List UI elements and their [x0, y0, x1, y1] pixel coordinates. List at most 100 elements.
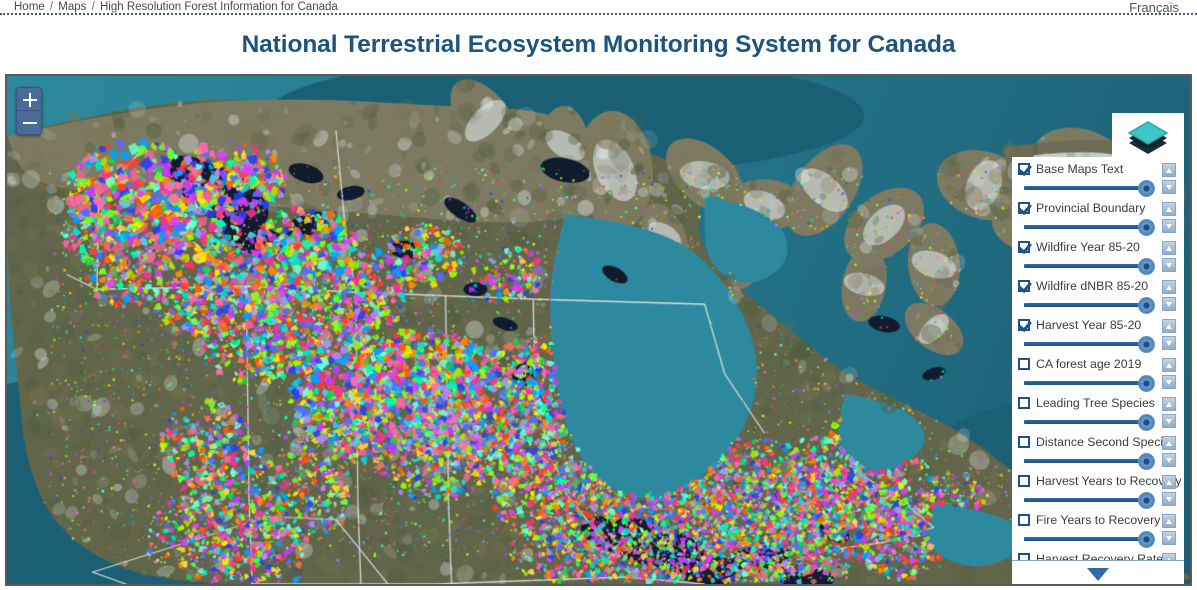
layer-row: Wildfire dNBR 85-20: [1018, 276, 1184, 295]
caret-up-icon[interactable]: [1162, 280, 1176, 294]
layer-panel: Base Maps Text Provincial Boundary Wildfir…: [1012, 157, 1184, 584]
slider-track: [1024, 498, 1146, 502]
breadcrumb-item-1[interactable]: Home: [14, 1, 45, 13]
layer-label: Harvest Recovery Rate: [1036, 551, 1164, 561]
layer-checkbox-8[interactable]: [1018, 435, 1030, 448]
layer-row: Leading Tree Species: [1018, 393, 1184, 412]
slider-handle[interactable]: [1138, 453, 1155, 470]
layer-panel-scroll-down-button[interactable]: [1012, 560, 1184, 584]
layer-item: Distance Second Species: [1012, 432, 1184, 471]
layers-toggle-button[interactable]: [1112, 113, 1184, 157]
slider-track: [1024, 264, 1146, 268]
layer-item: Leading Tree Species: [1012, 393, 1184, 432]
caret-down-icon[interactable]: [1162, 453, 1176, 467]
caret-up-icon[interactable]: [1162, 358, 1176, 372]
slider-handle[interactable]: [1138, 258, 1155, 275]
caret-down-icon[interactable]: [1162, 336, 1176, 350]
breadcrumb-separator: /: [88, 1, 98, 13]
slider-track: [1024, 420, 1146, 424]
caret-up-icon[interactable]: [1162, 397, 1176, 411]
layer-opacity-slider[interactable]: [1018, 335, 1184, 353]
slider-handle[interactable]: [1138, 180, 1155, 197]
layer-checkbox-10[interactable]: [1018, 513, 1030, 526]
layer-checkbox-5[interactable]: [1018, 318, 1030, 331]
layer-checkbox-4[interactable]: [1018, 279, 1030, 292]
layer-label: CA forest age 2019: [1036, 356, 1142, 371]
layer-label: Fire Years to Recovery: [1036, 512, 1161, 527]
slider-handle[interactable]: [1138, 336, 1155, 353]
layer-opacity-slider[interactable]: [1018, 218, 1184, 236]
caret-down-icon[interactable]: [1162, 414, 1176, 428]
layer-row: Harvest Year 85-20: [1018, 315, 1184, 334]
caret-down-icon[interactable]: [1162, 375, 1176, 389]
layer-label: Harvest Years to Recovery: [1036, 473, 1182, 488]
layer-spinner: [1162, 553, 1176, 560]
layer-spinner: [1162, 397, 1176, 428]
slider-handle[interactable]: [1138, 414, 1155, 431]
caret-up-icon[interactable]: [1162, 202, 1176, 216]
caret-up-icon[interactable]: [1162, 475, 1176, 489]
layer-item: Provincial Boundary: [1012, 198, 1184, 237]
map-viewport[interactable]: Base Maps Text Provincial Boundary Wildfir…: [5, 74, 1192, 586]
layer-row: Wildfire Year 85-20: [1018, 237, 1184, 256]
layer-checkbox-3[interactable]: [1018, 240, 1030, 253]
layer-checkbox-7[interactable]: [1018, 396, 1030, 409]
slider-handle[interactable]: [1138, 492, 1155, 509]
breadcrumb-item-3: High Resolution Forest Information for C…: [100, 1, 338, 13]
layer-checkbox-11[interactable]: [1018, 552, 1030, 560]
layer-spinner: [1162, 280, 1176, 311]
layer-label: Base Maps Text: [1036, 161, 1124, 176]
caret-up-icon[interactable]: [1162, 319, 1176, 333]
layer-spinner: [1162, 202, 1176, 233]
layer-item: Harvest Years to Recovery: [1012, 471, 1184, 510]
layer-opacity-slider[interactable]: [1018, 257, 1184, 275]
slider-handle[interactable]: [1138, 531, 1155, 548]
caret-up-icon[interactable]: [1162, 241, 1176, 255]
slider-track: [1024, 459, 1146, 463]
layer-spinner: [1162, 241, 1176, 272]
breadcrumb-item-2[interactable]: Maps: [58, 1, 86, 13]
layer-item: CA forest age 2019: [1012, 354, 1184, 393]
slider-handle[interactable]: [1138, 375, 1155, 392]
layer-checkbox-6[interactable]: [1018, 357, 1030, 370]
caret-up-icon[interactable]: [1162, 553, 1176, 560]
layer-opacity-slider[interactable]: [1018, 452, 1184, 470]
layer-opacity-slider[interactable]: [1018, 374, 1184, 392]
layer-opacity-slider[interactable]: [1018, 530, 1184, 548]
caret-up-icon[interactable]: [1162, 514, 1176, 528]
slider-track: [1024, 342, 1146, 346]
layer-opacity-slider[interactable]: [1018, 179, 1184, 197]
zoom-control: [16, 87, 43, 135]
layer-spinner: [1162, 475, 1176, 506]
caret-down-icon[interactable]: [1162, 219, 1176, 233]
slider-handle[interactable]: [1138, 219, 1155, 236]
caret-down-icon[interactable]: [1162, 180, 1176, 194]
layer-label: Provincial Boundary: [1036, 200, 1146, 215]
layer-checkbox-1[interactable]: [1018, 162, 1030, 175]
caret-down-icon[interactable]: [1162, 531, 1176, 545]
caret-down-icon[interactable]: [1162, 297, 1176, 311]
slider-handle[interactable]: [1138, 297, 1155, 314]
caret-down-icon[interactable]: [1162, 492, 1176, 506]
layer-label: Distance Second Species: [1036, 434, 1177, 449]
layers-stack-icon: [1127, 121, 1169, 154]
layer-opacity-slider[interactable]: [1018, 413, 1184, 431]
layer-label: Leading Tree Species: [1036, 395, 1155, 410]
language-toggle-link[interactable]: Français: [1129, 0, 1179, 15]
caret-down-icon[interactable]: [1162, 258, 1176, 272]
layer-row: Fire Years to Recovery: [1018, 510, 1184, 529]
layer-opacity-slider[interactable]: [1018, 491, 1184, 509]
slider-track: [1024, 537, 1146, 541]
caret-up-icon[interactable]: [1162, 163, 1176, 177]
breadcrumb-separator: /: [46, 1, 57, 13]
zoom-in-button[interactable]: [17, 88, 43, 111]
zoom-out-button[interactable]: [17, 111, 43, 134]
slider-track: [1024, 186, 1146, 190]
layer-checkbox-2[interactable]: [1018, 201, 1030, 214]
layer-checkbox-9[interactable]: [1018, 474, 1030, 487]
layer-spinner: [1162, 358, 1176, 389]
layer-spinner: [1162, 514, 1176, 545]
breadcrumb: Home / Maps / High Resolution Forest Inf…: [14, 0, 338, 14]
layer-opacity-slider[interactable]: [1018, 296, 1184, 314]
caret-up-icon[interactable]: [1162, 436, 1176, 450]
